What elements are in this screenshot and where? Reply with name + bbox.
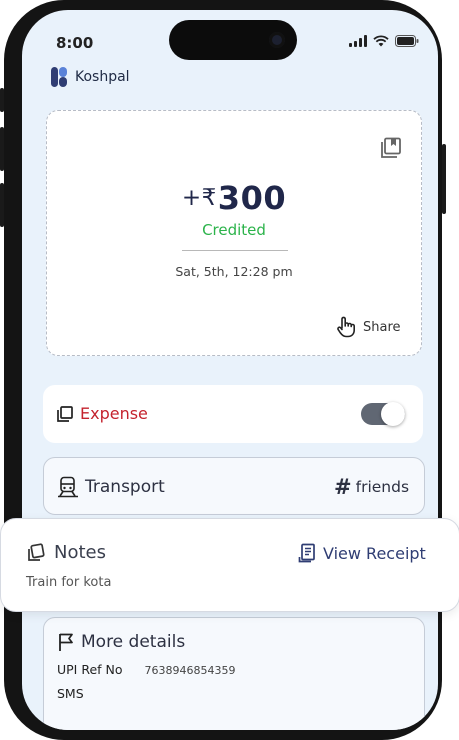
tag-label: friends — [355, 478, 410, 496]
amount-prefix: +₹ — [181, 185, 217, 211]
wifi-icon — [373, 35, 389, 47]
camera-icon — [269, 32, 285, 48]
category-card: Transport # friends — [43, 457, 425, 515]
category-label: Transport — [85, 477, 165, 497]
more-details-card: More details UPI Ref No 7638946854359 SM… — [43, 617, 425, 730]
amount-divider — [182, 250, 288, 251]
sms-label: SMS — [57, 686, 84, 701]
bookmark-icon[interactable] — [380, 137, 402, 159]
tag-selector[interactable]: # friends — [334, 475, 409, 499]
share-button[interactable]: Share — [336, 316, 401, 338]
train-icon — [58, 476, 78, 498]
expense-label: Expense — [80, 404, 148, 423]
view-receipt-label: View Receipt — [323, 543, 426, 563]
hash-icon: # — [334, 475, 352, 499]
category-selector[interactable]: Transport — [57, 476, 165, 498]
phone-side-button — [0, 183, 4, 227]
more-details-title: More details — [81, 632, 186, 652]
upi-ref-value: 7638946854359 — [144, 664, 236, 677]
expense-toggle-switch[interactable] — [361, 402, 405, 426]
upi-ref-row: UPI Ref No 7638946854359 — [57, 662, 236, 677]
koshpal-logo — [51, 67, 67, 87]
phone-side-button — [0, 127, 4, 171]
notes-header: Notes — [26, 542, 106, 563]
status-icons — [349, 35, 419, 47]
copy-icon — [57, 405, 73, 422]
dynamic-island — [169, 20, 297, 60]
share-hand-icon — [337, 316, 355, 338]
amount: +₹300 — [47, 179, 421, 217]
more-details-header[interactable]: More details — [57, 632, 185, 652]
notes-text: Train for kota — [26, 575, 112, 590]
receipt-icon — [298, 543, 315, 563]
toggle-knob — [381, 402, 405, 426]
notes-title: Notes — [54, 542, 106, 563]
view-receipt-button[interactable]: View Receipt — [298, 543, 426, 563]
flag-icon — [59, 633, 73, 651]
brand: Koshpal — [50, 66, 130, 88]
credited-status: Credited — [202, 221, 266, 239]
transaction-card: +₹300 Credited Sat, 5th, 12:28 pm Share — [46, 110, 422, 356]
phone-side-button — [442, 144, 446, 214]
expense-label-group: Expense — [56, 404, 148, 423]
amount-value: 300 — [217, 179, 287, 217]
signal-icon — [349, 35, 367, 47]
share-label: Share — [363, 319, 401, 335]
battery-icon — [395, 35, 419, 47]
notes-card[interactable]: Notes View Receipt Train for kota — [0, 518, 459, 612]
transaction-datetime: Sat, 5th, 12:28 pm — [175, 264, 293, 279]
phone-frame: 8:00 Koshpal +₹300 Credited Sat, 5th, 12… — [0, 0, 446, 740]
upi-ref-label: UPI Ref No — [57, 662, 123, 677]
notes-icon — [28, 542, 45, 561]
app-name: Koshpal — [75, 69, 130, 85]
phone-screen: 8:00 Koshpal +₹300 Credited Sat, 5th, 12… — [22, 10, 438, 730]
phone-side-button — [0, 88, 4, 112]
expense-toggle-card: Expense — [43, 385, 423, 443]
status-time: 8:00 — [56, 34, 94, 52]
